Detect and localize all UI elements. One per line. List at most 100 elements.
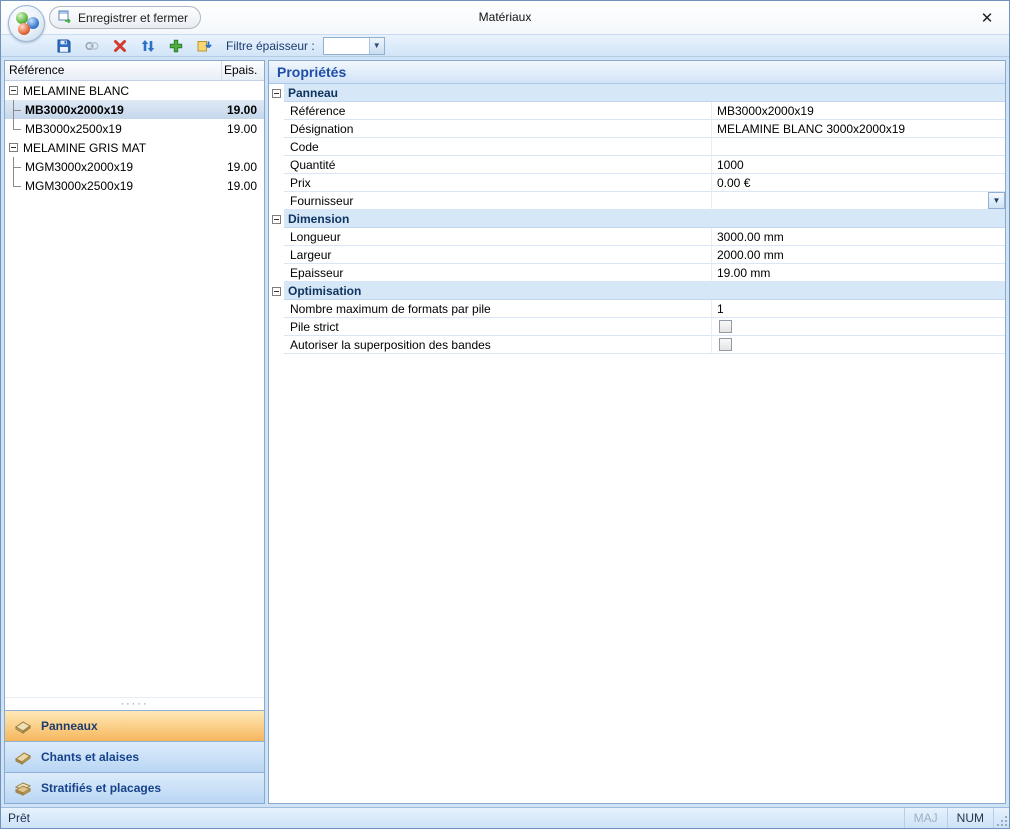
property-label: Pile strict: [284, 318, 712, 336]
property-row[interactable]: Epaisseur 19.00 mm: [269, 264, 1005, 282]
property-value[interactable]: ▼: [712, 192, 1005, 210]
tree-connector: [5, 100, 23, 119]
properties-header: Propriétés: [269, 61, 1005, 84]
tree-connector: [5, 176, 23, 195]
tree-group-row[interactable]: MELAMINE BLANC: [5, 81, 264, 100]
panel-splitter[interactable]: ·····: [5, 697, 264, 710]
property-row[interactable]: Autoriser la superposition des bandes: [269, 336, 1005, 354]
close-button[interactable]: ✕: [975, 6, 999, 30]
import-icon[interactable]: [195, 37, 212, 54]
tree-item[interactable]: MB3000x2500x1919.00: [5, 119, 264, 138]
row-gutter: [269, 300, 284, 318]
property-value-text: 19.00 mm: [717, 266, 770, 280]
tree-item[interactable]: MGM3000x2500x1919.00: [5, 176, 264, 195]
tree-item-thickness: 19.00: [224, 103, 264, 117]
property-label: Epaisseur: [284, 264, 712, 282]
property-row[interactable]: Pile strict: [269, 318, 1005, 336]
column-header-reference[interactable]: Référence: [5, 61, 222, 80]
property-section-header[interactable]: Optimisation: [269, 282, 1005, 300]
tree-group-label: MELAMINE GRIS MAT: [23, 141, 146, 155]
tree-item-reference: MGM3000x2000x19: [23, 160, 224, 174]
tree-item-reference: MGM3000x2500x19: [23, 179, 224, 193]
property-label: Quantité: [284, 156, 712, 174]
row-gutter: [269, 318, 284, 336]
row-gutter: [269, 192, 284, 210]
collapse-icon[interactable]: [272, 287, 281, 296]
property-value[interactable]: MELAMINE BLANC 3000x2000x19: [712, 120, 1005, 138]
save-icon[interactable]: [55, 37, 72, 54]
chevron-down-icon[interactable]: ▼: [369, 38, 384, 54]
category-buttons: Panneaux Chants et alaises Stratifiés et p…: [5, 710, 264, 803]
property-value[interactable]: 2000.00 mm: [712, 246, 1005, 264]
property-row[interactable]: Longueur3000.00 mm: [269, 228, 1005, 246]
property-row[interactable]: Nombre maximum de formats par pile1: [269, 300, 1005, 318]
property-label: Code: [284, 138, 712, 156]
property-row[interactable]: Prix0.00 €: [269, 174, 1005, 192]
tree-group-row[interactable]: MELAMINE GRIS MAT: [5, 138, 264, 157]
collapse-icon[interactable]: [272, 89, 281, 98]
property-label: Prix: [284, 174, 712, 192]
add-icon[interactable]: [167, 37, 184, 54]
save-and-close-button[interactable]: Enregistrer et fermer: [49, 6, 201, 29]
property-section-header[interactable]: Dimension: [269, 210, 1005, 228]
num-lock-indicator: NUM: [947, 808, 993, 828]
thickness-filter-select[interactable]: ▼: [323, 37, 385, 55]
tree-item-thickness: 19.00: [224, 160, 264, 174]
move-up-down-icon[interactable]: [139, 37, 156, 54]
tree-group-label: MELAMINE BLANC: [23, 84, 129, 98]
category-label: Chants et alaises: [41, 750, 139, 764]
collapse-icon[interactable]: [272, 215, 281, 224]
property-value[interactable]: [712, 138, 1005, 156]
category-button-stratifies-et-placages[interactable]: Stratifiés et placages: [5, 772, 264, 803]
logo-sphere-red: [18, 23, 30, 35]
main-area: Référence Epais. MELAMINE BLANC MB3000x20…: [1, 57, 1009, 807]
tree-item-reference: MB3000x2500x19: [23, 122, 224, 136]
category-button-panneaux[interactable]: Panneaux: [5, 710, 264, 741]
resize-grip[interactable]: [993, 808, 1009, 828]
property-value-text: MELAMINE BLANC 3000x2000x19: [717, 122, 905, 136]
property-section-header[interactable]: Panneau: [269, 84, 1005, 102]
property-checkbox[interactable]: [719, 338, 732, 351]
property-row[interactable]: DésignationMELAMINE BLANC 3000x2000x19: [269, 120, 1005, 138]
property-label: Fournisseur: [284, 192, 712, 210]
dropdown-button[interactable]: ▼: [988, 192, 1005, 209]
toolbar: Filtre épaisseur : ▼: [1, 34, 1009, 57]
property-label: Largeur: [284, 246, 712, 264]
status-indicators: MAJ NUM: [904, 808, 1009, 828]
collapse-icon[interactable]: [9, 143, 18, 152]
property-value-text: 2000.00 mm: [717, 248, 784, 262]
row-gutter: [269, 138, 284, 156]
laminate-icon: [12, 780, 34, 797]
tree-item[interactable]: MGM3000x2000x1919.00: [5, 157, 264, 176]
tree-item-reference: MB3000x2000x19: [23, 103, 224, 117]
thickness-filter-label: Filtre épaisseur :: [226, 39, 315, 53]
property-row[interactable]: Fournisseur ▼: [269, 192, 1005, 210]
collapse-icon[interactable]: [9, 86, 18, 95]
property-value-text: MB3000x2000x19: [717, 104, 814, 118]
property-value[interactable]: 3000.00 mm: [712, 228, 1005, 246]
category-button-chants-et-alaises[interactable]: Chants et alaises: [5, 741, 264, 772]
tree-item[interactable]: MB3000x2000x1919.00: [5, 100, 264, 119]
status-bar: Prêt MAJ NUM: [1, 807, 1009, 828]
column-header-thickness[interactable]: Epais.: [222, 61, 264, 80]
delete-icon[interactable]: [111, 37, 128, 54]
property-value[interactable]: 1000: [712, 156, 1005, 174]
property-value[interactable]: 19.00 mm: [712, 264, 1005, 282]
panel-icon: [12, 718, 34, 735]
property-checkbox[interactable]: [719, 320, 732, 333]
thickness-filter-value: [324, 38, 369, 54]
row-gutter: [269, 174, 284, 192]
property-value[interactable]: 0.00 €: [712, 174, 1005, 192]
property-row[interactable]: Quantité1000: [269, 156, 1005, 174]
duplicate-icon[interactable]: [83, 37, 100, 54]
property-value[interactable]: 1: [712, 300, 1005, 318]
section-title: Panneau: [284, 84, 1005, 102]
property-row[interactable]: RéférenceMB3000x2000x19: [269, 102, 1005, 120]
app-menu-button[interactable]: [8, 5, 45, 42]
property-value[interactable]: [712, 336, 1005, 354]
property-value[interactable]: MB3000x2000x19: [712, 102, 1005, 120]
tree-connector: [5, 119, 23, 138]
property-row[interactable]: Largeur 2000.00 mm: [269, 246, 1005, 264]
property-row[interactable]: Code: [269, 138, 1005, 156]
property-value[interactable]: [712, 318, 1005, 336]
